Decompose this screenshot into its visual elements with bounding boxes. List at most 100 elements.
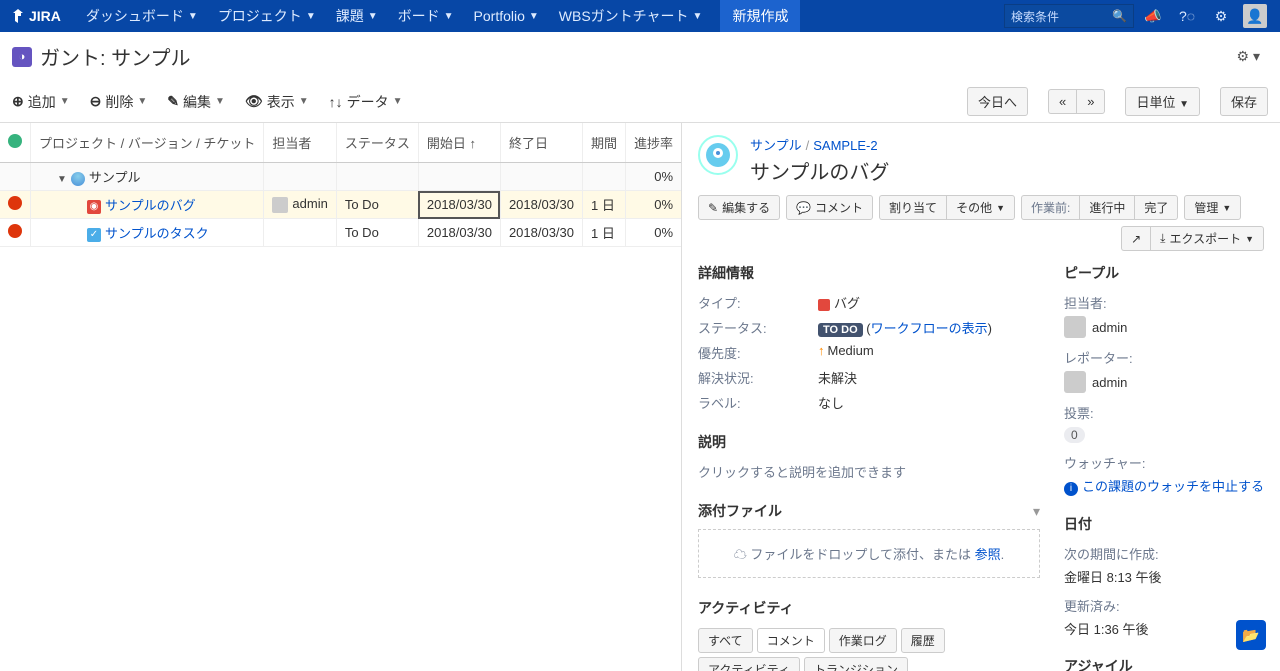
description-placeholder[interactable]: クリックすると説明を追加できます [698,462,1040,481]
progress-cell: 0% [626,219,682,247]
votes-count: 0 [1064,427,1085,443]
project-row[interactable]: ▼ サンプル 0% [0,163,682,191]
tab-worklog[interactable]: 作業ログ [829,628,897,653]
overdue-icon [8,196,22,210]
start-date-cell[interactable]: 2018/03/30 [418,191,500,219]
feedback-icon[interactable]: 📣 [1138,0,1168,32]
status-badge: TO DO [818,323,863,337]
attachment-dropzone[interactable]: ☁ ファイルをドロップして添付、または 参照. [698,529,1040,578]
global-search[interactable]: 検索条件🔍 [1004,4,1134,28]
col-duration-header[interactable]: 期間 [583,123,626,163]
comment-button[interactable]: 💬コメント [786,195,873,220]
transition-in-progress[interactable]: 進行中 [1079,195,1134,220]
prev-button[interactable]: « [1048,89,1076,114]
help-icon[interactable]: ?◌ [1172,0,1202,32]
folder-icon: 📂 [1242,627,1259,644]
gantt-grid: プロジェクト / バージョン / チケット 担当者 ステータス 開始日 ↑ 終了… [0,123,682,671]
col-assignee-header[interactable]: 担当者 [264,123,336,163]
project-progress: 0% [626,163,682,191]
reporter-value[interactable]: admin [1092,375,1127,390]
breadcrumb: サンプル/SAMPLE-2 [750,135,889,154]
attach-menu-icon[interactable]: ▾ [1033,503,1040,520]
browse-link[interactable]: 参照 [975,547,1001,562]
labels-value: なし [818,393,844,412]
tab-all[interactable]: すべて [698,628,753,653]
edit-issue-button[interactable]: ✎編集する [698,195,780,220]
project-name: サンプル [89,170,141,185]
avatar-icon [1064,371,1086,393]
tree-collapse-icon[interactable]: ▼ [57,174,67,185]
col-start-header[interactable]: 開始日 ↑ [418,123,500,163]
share-button[interactable]: ↗ [1121,226,1150,251]
plus-icon: ⊕ [12,93,24,110]
assignee-label: 担当者: [1064,293,1264,312]
col-name-header[interactable]: プロジェクト / バージョン / チケット [31,123,264,163]
project-icon: ◑ [12,47,32,67]
settings-icon[interactable]: ⚙ [1206,0,1236,32]
breadcrumb-key[interactable]: SAMPLE-2 [813,138,877,153]
section-description: 説明 [698,432,1040,452]
nav-issues[interactable]: 課題▼ [326,0,388,32]
jira-logo[interactable]: JIRA [10,8,61,24]
export-icon: ⤓ [1160,231,1165,246]
issue-link[interactable]: サンプルのタスク [105,226,209,241]
issue-link[interactable]: サンプルのバグ [105,198,196,213]
status-cell: To Do [336,191,418,219]
avatar-icon [1064,316,1086,338]
transition-done[interactable]: 完了 [1134,195,1178,220]
view-button[interactable]: 👁表示▼ [245,92,309,112]
status-label: ステータス: [698,318,818,337]
updated-value: 今日 1:36 午後 [1064,619,1264,638]
tab-comments[interactable]: コメント [757,628,825,653]
data-button[interactable]: ↑↓データ▼ [329,92,403,112]
export-button[interactable]: ⤓ エクスポート ▼ [1150,226,1264,251]
tab-history[interactable]: 履歴 [901,628,945,653]
nav-projects[interactable]: プロジェクト▼ [208,0,326,32]
save-button[interactable]: 保存 [1220,87,1268,116]
breadcrumb-project[interactable]: サンプル [750,138,802,153]
assignee-value[interactable]: admin [1092,320,1127,335]
feedback-fab[interactable]: 📂 [1236,620,1266,650]
end-date-cell[interactable]: 2018/03/30 [500,219,582,247]
issue-row[interactable]: ◉サンプルのバグ admin To Do 2018/03/30 2018/03/… [0,191,682,219]
other-actions-button[interactable]: その他 ▼ [946,195,1015,220]
nav-portfolio[interactable]: Portfolio▼ [464,0,549,32]
col-end-header[interactable]: 終了日 [500,123,582,163]
add-button[interactable]: ⊕追加▼ [12,92,70,112]
unit-select[interactable]: 日単位 ▼ [1125,87,1200,116]
created-label: 次の期間に作成: [1064,544,1264,563]
end-date-cell[interactable]: 2018/03/30 [500,191,582,219]
edit-button[interactable]: ✎編集▼ [167,92,225,112]
manage-button[interactable]: 管理 ▼ [1184,195,1241,220]
today-button[interactable]: 今日へ [967,87,1028,116]
watchers-label: ウォッチャー: [1064,453,1264,472]
page-settings-icon[interactable]: ⚙ ▾ [1237,48,1260,65]
issue-row[interactable]: ✓サンプルのタスク To Do 2018/03/30 2018/03/30 1 … [0,219,682,247]
start-date-cell[interactable]: 2018/03/30 [418,219,500,247]
issue-title: サンプルのバグ [750,156,889,185]
minus-icon: ⊖ [90,93,102,110]
workflow-pre-label: 作業前: [1021,195,1079,220]
col-progress-header[interactable]: 進捗率 [626,123,682,163]
nav-dashboards[interactable]: ダッシュボード▼ [76,0,208,32]
profile-avatar[interactable]: 👤 [1240,0,1270,32]
bug-icon: ◉ [87,200,101,214]
pencil-icon: ✎ [708,201,718,215]
next-button[interactable]: » [1076,89,1105,114]
task-icon: ✓ [87,228,101,242]
gantt-toolbar: ⊕追加▼ ⊖削除▼ ✎編集▼ 👁表示▼ ↑↓データ▼ 今日へ « » 日単位 ▼… [0,81,1280,123]
tab-transitions[interactable]: トランジション [804,657,908,671]
votes-label: 投票: [1064,403,1264,422]
col-status-text-header[interactable]: ステータス [336,123,418,163]
stop-watching-link[interactable]: この課題のウォッチを中止する [1082,479,1264,494]
issue-detail-panel: サンプル/SAMPLE-2 サンプルのバグ ✎編集する 💬コメント 割り当て そ… [682,123,1280,671]
col-status-header[interactable] [0,123,31,163]
assign-button[interactable]: 割り当て [879,195,946,220]
tab-activity[interactable]: アクティビティ [698,657,800,671]
avatar-icon [272,197,288,213]
nav-wbs-gantt[interactable]: WBSガントチャート▼ [549,0,713,32]
delete-button[interactable]: ⊖削除▼ [90,92,148,112]
nav-boards[interactable]: ボード▼ [388,0,464,32]
nav-create-button[interactable]: 新規作成 [720,0,800,32]
workflow-link[interactable]: ワークフローの表示 [871,321,988,336]
